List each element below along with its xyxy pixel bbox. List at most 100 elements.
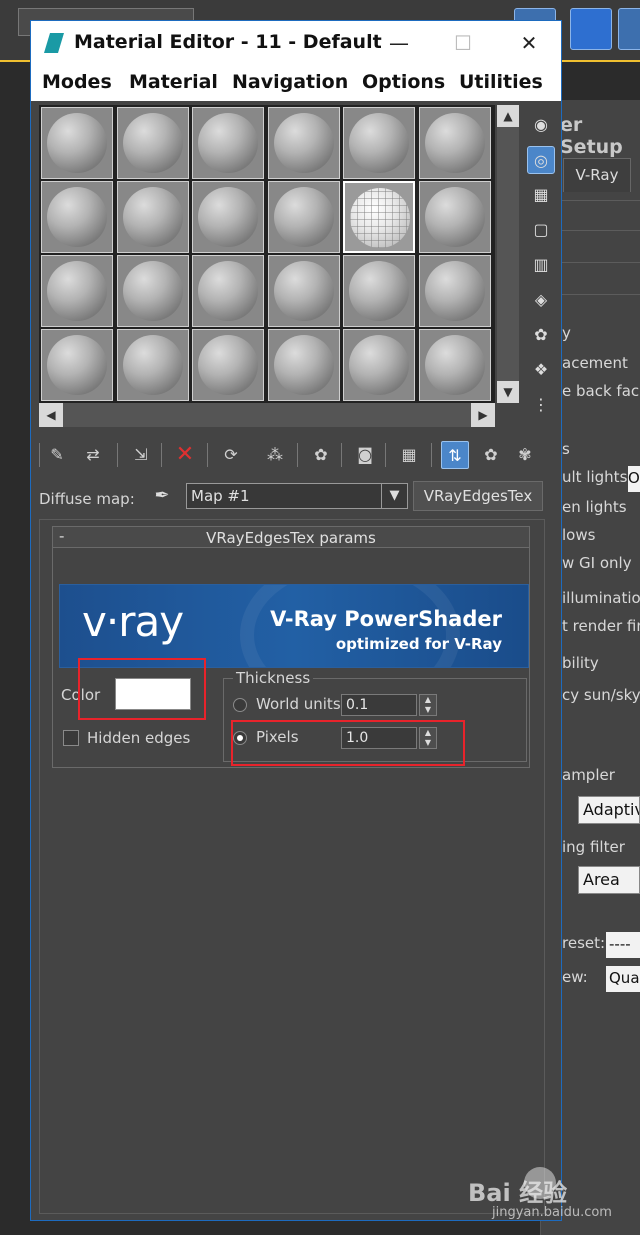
- horizontal-scrollbar[interactable]: ◀ ▶: [39, 403, 495, 427]
- reset-map-icon[interactable]: ✕: [171, 441, 199, 469]
- menu-bar: Modes Material Navigation Options Utilit…: [31, 67, 561, 101]
- filter-dropdown[interactable]: Area: [578, 866, 640, 894]
- material-slot[interactable]: [41, 255, 113, 327]
- rp-label: s: [562, 440, 570, 458]
- rp-label: y: [562, 324, 571, 342]
- spinner-arrows-icon[interactable]: ▲ ▼: [419, 694, 437, 716]
- chevron-down-icon[interactable]: ▼: [381, 484, 407, 508]
- material-slot[interactable]: [418, 255, 491, 327]
- map-name-field[interactable]: Map #1 ▼: [186, 483, 408, 509]
- sample-slots-grid: [39, 105, 495, 403]
- material-slot[interactable]: [41, 329, 113, 401]
- backlight-icon[interactable]: ◎: [527, 146, 555, 174]
- material-slot[interactable]: [41, 181, 113, 253]
- put-to-library-icon[interactable]: ✿: [307, 441, 335, 469]
- material-slot[interactable]: [343, 255, 415, 327]
- copy-material-icon[interactable]: ⟳: [217, 441, 245, 469]
- toolbar-separator: [297, 443, 298, 467]
- rp-label: t render fin: [562, 617, 640, 635]
- material-slot[interactable]: [267, 255, 340, 327]
- scroll-right-icon[interactable]: ▶: [471, 403, 495, 427]
- make-preview-icon[interactable]: ◈: [527, 286, 555, 314]
- minimize-button[interactable]: —: [383, 29, 415, 59]
- toolbar-separator: [207, 443, 208, 467]
- maximize-button[interactable]: ☐: [447, 29, 479, 59]
- scroll-up-icon[interactable]: ▲: [497, 105, 519, 127]
- material-slot[interactable]: [267, 107, 340, 179]
- menu-navigation[interactable]: Navigation: [232, 71, 348, 93]
- view-dropdown[interactable]: Qua: [606, 966, 640, 992]
- material-options-icon[interactable]: ✿: [527, 321, 555, 349]
- material-slot[interactable]: [116, 181, 189, 253]
- go-forward-to-sibling-icon[interactable]: ✾: [511, 441, 539, 469]
- lights-dropdown[interactable]: O: [628, 466, 640, 492]
- menu-modes[interactable]: Modes: [42, 71, 112, 93]
- hidden-edges-checkbox[interactable]: [63, 730, 79, 746]
- put-material-icon[interactable]: ⇄: [79, 441, 107, 469]
- material-sphere-preview: [349, 113, 409, 173]
- banner-subtitle: optimized for V-Ray: [335, 635, 502, 653]
- parameters-panel: - VRayEdgesTex params v·ray V-Ray PowerS…: [39, 519, 545, 1214]
- material-slot[interactable]: [418, 107, 491, 179]
- material-slot[interactable]: [343, 107, 415, 179]
- video-color-check-icon[interactable]: ▥: [527, 251, 555, 279]
- material-slot[interactable]: [192, 181, 264, 253]
- title-bar[interactable]: Material Editor - 11 - Default — ☐ ✕: [31, 21, 561, 67]
- background-checker-icon[interactable]: ▦: [527, 181, 555, 209]
- menu-utilities[interactable]: Utilities: [459, 71, 543, 93]
- sample-type-icon[interactable]: ◉: [527, 111, 555, 139]
- material-slot[interactable]: [267, 181, 340, 253]
- go-to-parent-icon[interactable]: ✿: [477, 441, 505, 469]
- preset-dropdown[interactable]: ----: [606, 932, 640, 958]
- material-slot[interactable]: [116, 255, 189, 327]
- world-units-radio[interactable]: [233, 698, 247, 712]
- material-slot[interactable]: [192, 107, 264, 179]
- eyedropper-icon[interactable]: ✒: [149, 483, 175, 509]
- material-slot[interactable]: [41, 107, 113, 179]
- world-units-spinner[interactable]: 0.1: [341, 694, 417, 716]
- material-slot[interactable]: [192, 329, 264, 401]
- material-slot[interactable]: [343, 181, 415, 253]
- material-slot[interactable]: [116, 329, 189, 401]
- render-setup-title: er Setup: [560, 114, 623, 158]
- rollout-title: VRayEdgesTex params: [206, 529, 376, 547]
- render-frame-button[interactable]: [570, 8, 612, 50]
- material-slot[interactable]: [267, 329, 340, 401]
- material-slot[interactable]: [418, 329, 491, 401]
- vertical-scrollbar[interactable]: ▲ ▼: [497, 105, 519, 403]
- scroll-down-icon[interactable]: ▼: [497, 381, 519, 403]
- material-id-channel-icon[interactable]: ◙: [351, 441, 379, 469]
- render-button[interactable]: [618, 8, 640, 50]
- rp-label: reset:: [562, 934, 606, 952]
- menu-options[interactable]: Options: [362, 71, 445, 93]
- rp-label: e back face: [562, 382, 640, 400]
- material-slot[interactable]: [343, 329, 415, 401]
- tab-vray[interactable]: V-Ray: [563, 158, 631, 192]
- assign-material-icon[interactable]: ⇲: [127, 441, 155, 469]
- close-button[interactable]: ✕: [513, 29, 545, 59]
- material-slot[interactable]: [116, 107, 189, 179]
- baidu-watermark: Bai 经验 jingyan.baidu.com: [468, 1165, 628, 1225]
- rp-label: ing filter: [562, 838, 625, 856]
- get-material-icon[interactable]: ✎: [43, 441, 71, 469]
- map-type-button[interactable]: VRayEdgesTex: [413, 481, 543, 511]
- show-shaded-material-icon[interactable]: ▦: [395, 441, 423, 469]
- menu-material[interactable]: Material: [129, 71, 218, 93]
- show-end-result-icon[interactable]: ⇅: [441, 441, 469, 469]
- material-slot[interactable]: [192, 255, 264, 327]
- sampler-dropdown[interactable]: Adaptive: [578, 796, 640, 824]
- rp-label: ampler: [562, 766, 615, 784]
- material-sphere-preview: [349, 261, 409, 321]
- sample-uv-tiling-icon[interactable]: ▢: [527, 216, 555, 244]
- divider: [560, 200, 640, 201]
- rollout-header[interactable]: - VRayEdgesTex params: [52, 526, 530, 548]
- vray-banner: v·ray V-Ray PowerShader optimized for V-…: [59, 584, 529, 668]
- material-slot[interactable]: [418, 181, 491, 253]
- material-sphere-preview: [424, 187, 485, 247]
- material-map-navigator-icon[interactable]: ⋮: [527, 391, 555, 419]
- scroll-left-icon[interactable]: ◀: [39, 403, 63, 427]
- toolbar-separator: [39, 443, 40, 467]
- rp-label: en lights: [562, 498, 627, 516]
- select-by-material-icon[interactable]: ❖: [527, 356, 555, 384]
- make-unique-icon[interactable]: ⁂: [261, 441, 289, 469]
